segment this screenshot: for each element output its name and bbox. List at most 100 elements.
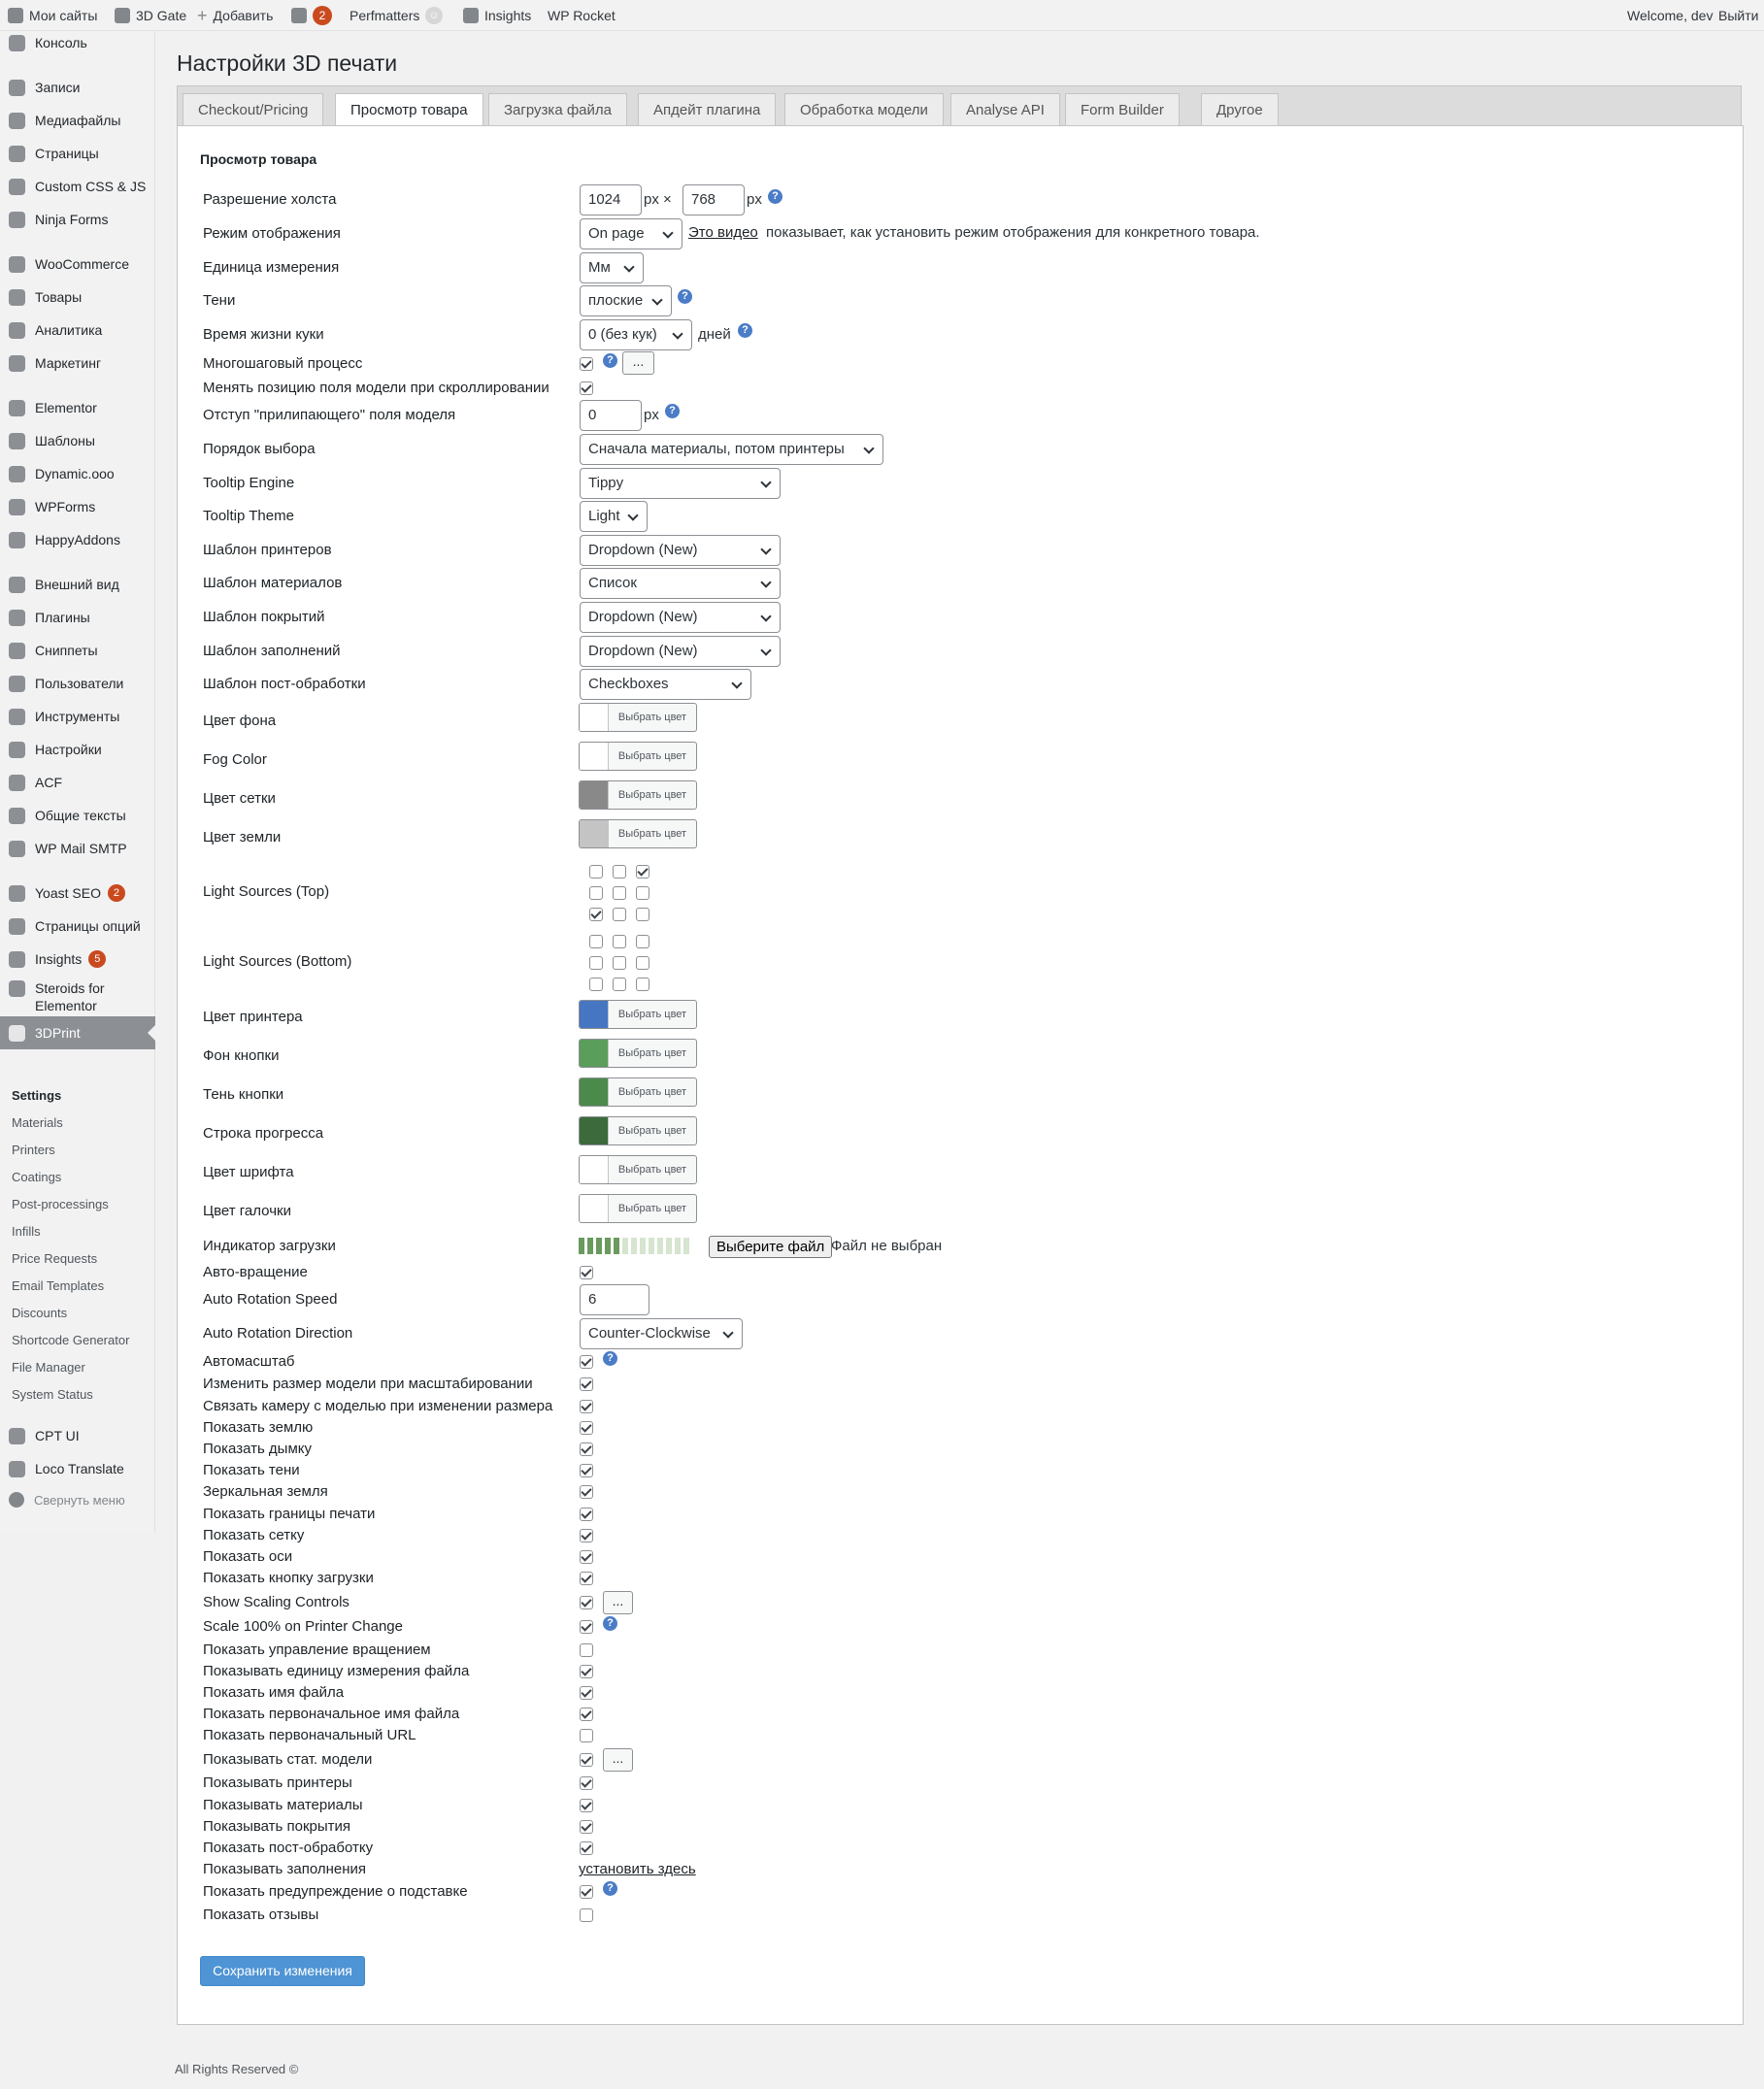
button_shadow-color-picker[interactable]: Выбрать цвет [579,1078,697,1107]
light-top-checkbox-8[interactable] [636,908,649,921]
help-icon[interactable] [768,189,782,204]
light-top-checkbox-5[interactable] [636,886,649,900]
show_original_filename-checkbox[interactable] [580,1708,593,1721]
show_reviews-checkbox[interactable] [580,1908,593,1922]
show_printers-checkbox[interactable] [580,1776,593,1790]
selection_order-select[interactable]: Сначала материалы, потом принтеры [580,434,883,465]
submenu-item-file-manager[interactable]: File Manager [12,1360,85,1375]
wp-rocket-menu[interactable]: WP Rocket [548,0,616,31]
sidebar-item-19[interactable]: Инструменты [0,702,155,731]
checkmark_color-swatch[interactable] [580,1195,609,1222]
tooltip_theme-select[interactable]: Light [580,501,648,532]
fog_color-swatch[interactable] [580,743,609,770]
sidebar-item-22[interactable]: Общие тексты [0,801,155,830]
sidebar-item-6[interactable]: WooCommerce [0,249,155,279]
tab-5[interactable]: Analyse API [950,93,1060,126]
show_print_bounds-checkbox[interactable] [580,1508,593,1521]
sidebar-item-10[interactable]: Elementor [0,393,155,422]
my-sites-menu[interactable]: Мои сайты [8,0,97,31]
light-bottom-checkbox-4[interactable] [613,956,626,970]
submenu-item-system-status[interactable]: System Status [12,1387,93,1402]
help-icon[interactable] [678,289,692,304]
show_fog-checkbox[interactable] [580,1442,593,1456]
show_filename-checkbox[interactable] [580,1686,593,1700]
tab-7[interactable]: Другое [1201,93,1279,126]
tooltip_engine-select[interactable]: Tippy [580,468,781,499]
choose-file-button[interactable]: Выберите файл [709,1236,833,1258]
help-icon[interactable] [603,1881,617,1896]
multistep-more-button[interactable]: ... [622,351,654,375]
scale_100-checkbox[interactable] [580,1620,593,1634]
sidebar-item-15[interactable]: Внешний вид [0,570,155,599]
light-top-checkbox-1[interactable] [613,865,626,879]
auto_rotation_direction-select[interactable]: Counter-Clockwise [580,1318,743,1349]
show_scaling_controls-checkbox[interactable] [580,1596,593,1609]
light-bottom-checkbox-3[interactable] [589,956,603,970]
sidebar-item-7[interactable]: Товары [0,282,155,312]
status-circle[interactable]: ☺ [425,0,443,31]
show_grid-checkbox[interactable] [580,1529,593,1542]
display_mode-select[interactable]: On page [580,218,682,249]
ground_color-color-picker[interactable]: Выбрать цвет [579,819,697,848]
background_color-color-picker[interactable]: Выбрать цвет [579,703,697,732]
help-icon[interactable] [665,404,680,418]
sidebar-item-26[interactable]: Insights 5 [0,945,155,974]
submenu-item-email-templates[interactable]: Email Templates [12,1278,104,1293]
sidebar-item-4[interactable]: Custom CSS & JS [0,172,155,201]
auto_rotation-checkbox[interactable] [580,1266,593,1279]
postprocess_template-select[interactable]: Checkboxes [580,669,751,700]
site-name-menu[interactable]: 3D Gate [115,0,186,31]
show_model_stats-checkbox[interactable] [580,1753,593,1767]
show_upload_button-checkbox[interactable] [580,1572,593,1585]
light-bottom-checkbox-6[interactable] [589,978,603,991]
tab-3[interactable]: Апдейт плагина [638,93,777,126]
help-icon[interactable] [603,1616,617,1631]
sidebar-item-9[interactable]: Маркетинг [0,348,155,378]
light-top-checkbox-3[interactable] [589,886,603,900]
submenu-item-infills[interactable]: Infills [12,1224,41,1239]
display-mode-video-link[interactable]: Это видео [688,224,758,241]
shadows-select[interactable]: плоские [580,285,672,316]
sidebar-item-loco-translate[interactable]: Loco Translate [0,1454,155,1483]
sidebar-item-27[interactable]: Steroids for Elementor [0,978,155,1014]
grid_color-swatch[interactable] [580,781,609,809]
font_color-pick-color-button[interactable]: Выбрать цвет [609,1156,696,1183]
show_ground-checkbox[interactable] [580,1421,593,1435]
canvas_resolution-input[interactable]: 768 [682,184,745,216]
coating_template-select[interactable]: Dropdown (New) [580,602,781,633]
submenu-item-shortcode-generator[interactable]: Shortcode Generator [12,1333,129,1347]
checkmark_color-pick-color-button[interactable]: Выбрать цвет [609,1195,696,1222]
sidebar-item-20[interactable]: Настройки [0,735,155,764]
printer_color-color-picker[interactable]: Выбрать цвет [579,1000,697,1029]
sidebar-item-16[interactable]: Плагины [0,603,155,632]
mirror_ground-checkbox[interactable] [580,1485,593,1499]
tab-4[interactable]: Обработка модели [784,93,944,126]
units-select[interactable]: Мм [580,252,644,283]
font_color-color-picker[interactable]: Выбрать цвет [579,1155,697,1184]
show_original_url-checkbox[interactable] [580,1729,593,1742]
show_support_warning-checkbox[interactable] [580,1885,593,1899]
show_materials-checkbox[interactable] [580,1799,593,1812]
light-bottom-checkbox-5[interactable] [636,956,649,970]
perfmatters-menu[interactable]: Perfmatters [349,0,419,31]
fog_color-color-picker[interactable]: Выбрать цвет [579,742,697,771]
sidebar-item-23[interactable]: WP Mail SMTP [0,834,155,863]
light-bottom-checkbox-2[interactable] [636,935,649,948]
show_shadows-checkbox[interactable] [580,1464,593,1477]
button_shadow-swatch[interactable] [580,1078,609,1106]
bind_camera-checkbox[interactable] [580,1400,593,1413]
light-top-checkbox-6[interactable] [589,908,603,921]
submenu-item-printers[interactable]: Printers [12,1143,55,1157]
light-top-checkbox-4[interactable] [613,886,626,900]
show_model_stats-more-button[interactable]: ... [603,1748,633,1772]
sidebar-item-17[interactable]: Сниппеты [0,636,155,665]
auto_rotation_speed-input[interactable]: 6 [580,1284,649,1315]
grid_color-pick-color-button[interactable]: Выбрать цвет [609,781,696,809]
sidebar-item-24[interactable]: Yoast SEO 2 [0,879,155,908]
button_background-swatch[interactable] [580,1040,609,1067]
tab-1[interactable]: Просмотр товара [335,93,483,127]
checkmark_color-color-picker[interactable]: Выбрать цвет [579,1194,697,1223]
light-top-checkbox-2[interactable] [636,865,649,879]
cookie_lifetime-select[interactable]: 0 (без кук) [580,319,692,350]
sidebar-item-11[interactable]: Шаблоны [0,426,155,455]
